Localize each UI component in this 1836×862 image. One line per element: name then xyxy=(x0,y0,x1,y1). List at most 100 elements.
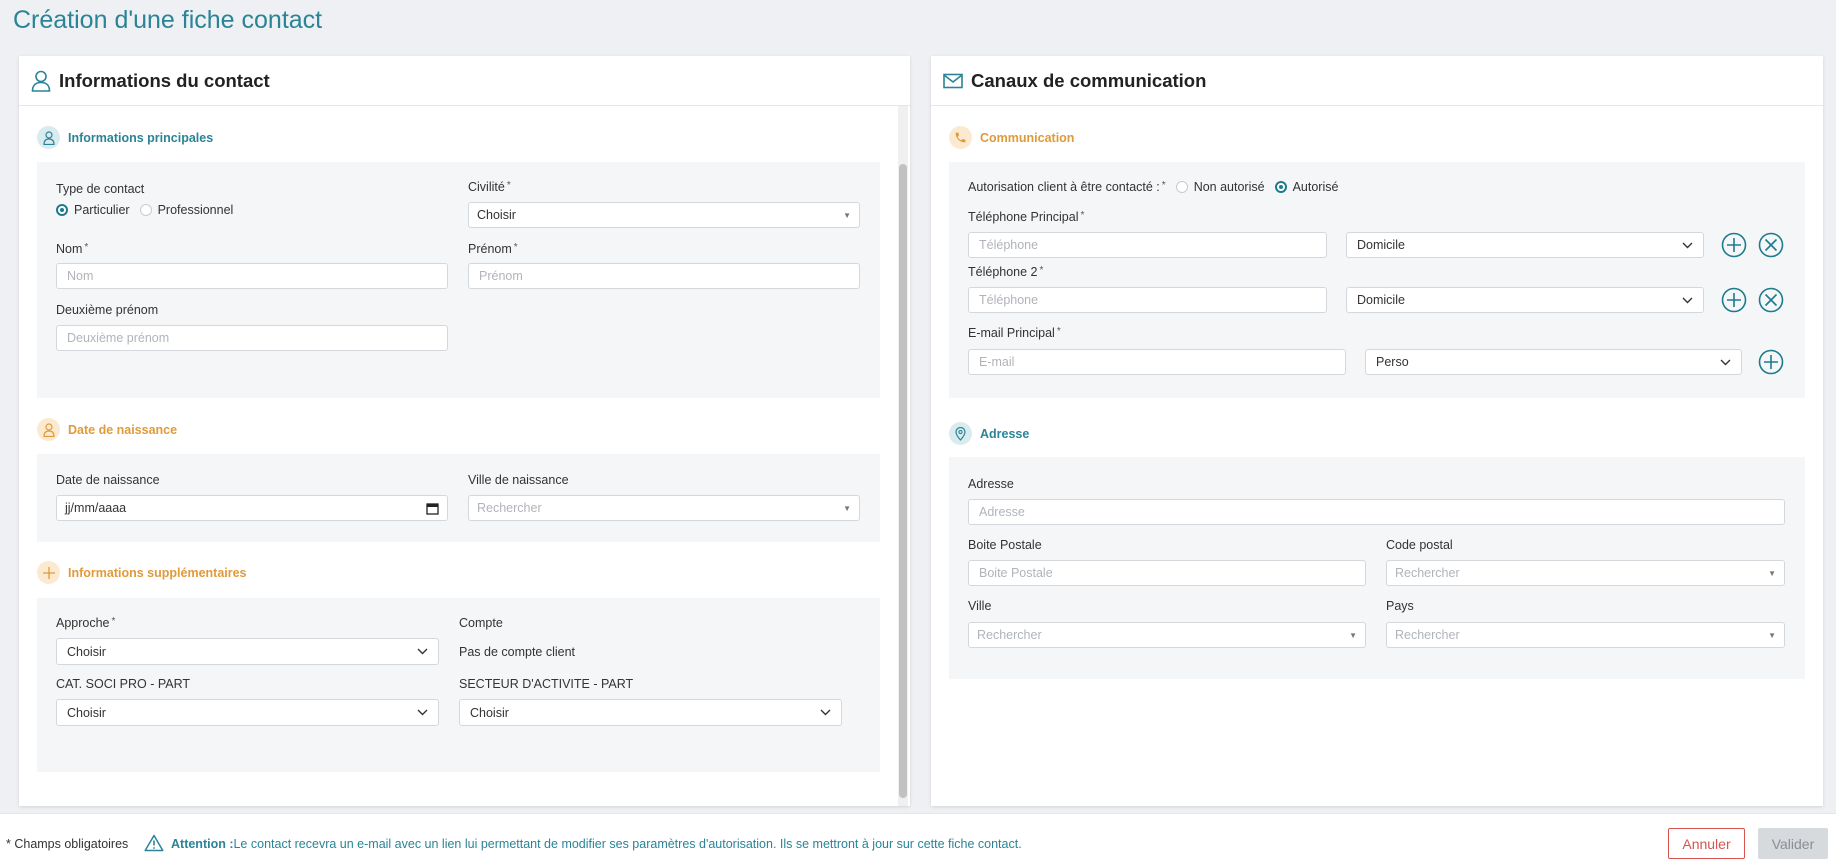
caret-down-icon: ▼ xyxy=(843,503,851,513)
prenom-input[interactable]: Prénom xyxy=(468,263,860,289)
chevron-down-icon xyxy=(1720,359,1731,365)
birth-city-placeholder: Rechercher xyxy=(477,501,542,515)
contact-card-header: Informations du contact xyxy=(19,56,910,106)
civilite-label-text: Civilité xyxy=(468,180,505,194)
prenom-label-text: Prénom xyxy=(468,242,512,256)
phone2-input[interactable]: Téléphone xyxy=(968,287,1327,313)
warning-icon xyxy=(144,834,164,852)
radio-label: Particulier xyxy=(74,203,130,217)
city-label: Ville xyxy=(968,599,992,613)
po-box-input[interactable]: Boite Postale xyxy=(968,560,1366,586)
phone-icon xyxy=(949,126,972,149)
secteur-value: Choisir xyxy=(470,705,509,720)
envelope-icon xyxy=(943,73,963,88)
communication-section-title: Communication xyxy=(949,126,1074,149)
birth-date-input[interactable]: jj/mm/aaaa xyxy=(56,495,448,521)
add-phone-button[interactable] xyxy=(1721,232,1747,258)
phone2-label: Téléphone 2 * xyxy=(968,265,1043,279)
phone2-type-value: Domicile xyxy=(1357,293,1405,307)
radio-label: Non autorisé xyxy=(1193,180,1265,194)
scrollbar[interactable] xyxy=(898,106,908,806)
section-title-text: Informations supplémentaires xyxy=(68,565,247,580)
required-asterisk: * xyxy=(111,616,116,627)
required-asterisk: * xyxy=(84,242,89,253)
radio-autorise[interactable]: Autorisé xyxy=(1274,180,1339,194)
phone1-label: Téléphone Principal * xyxy=(968,210,1084,224)
birth-city-label: Ville de naissance xyxy=(468,473,569,487)
main-info-section-title: Informations principales xyxy=(37,126,213,149)
birth-section-title: Date de naissance xyxy=(37,418,177,441)
email-type-select[interactable]: Perso xyxy=(1365,349,1742,375)
deuxieme-prenom-label: Deuxième prénom xyxy=(56,303,159,317)
nom-label: Nom * xyxy=(56,242,88,256)
csp-select[interactable]: Choisir xyxy=(56,699,439,726)
radio-professionnel[interactable]: Professionnel xyxy=(139,203,233,217)
remove-phone-button[interactable] xyxy=(1758,232,1784,258)
chevron-down-icon xyxy=(417,648,428,655)
postal-code-label: Code postal xyxy=(1386,538,1453,552)
contact-type-radio-group: Particulier Professionnel xyxy=(56,203,243,217)
radio-particulier[interactable]: Particulier xyxy=(56,203,130,217)
user-icon xyxy=(37,418,60,441)
attention-text: Le contact recevra un e-mail avec un lie… xyxy=(233,837,1022,851)
deuxieme-prenom-input[interactable]: Deuxième prénom xyxy=(56,325,448,351)
authorization-label-text: Autorisation client à être contacté : xyxy=(968,180,1160,194)
nom-input[interactable]: Nom xyxy=(56,263,448,289)
phone1-type-select[interactable]: Domicile xyxy=(1346,232,1704,258)
calendar-icon[interactable] xyxy=(426,502,439,515)
radio-non-autorise[interactable]: Non autorisé xyxy=(1175,180,1265,194)
city-select[interactable]: Rechercher ▼ xyxy=(968,622,1366,648)
extra-info-panel: Approche * Choisir Compte Pas de compte c… xyxy=(37,598,880,772)
address-section-title: Adresse xyxy=(949,422,1029,445)
postal-code-placeholder: Rechercher xyxy=(1395,566,1460,580)
user-icon xyxy=(31,70,51,92)
address-input[interactable]: Adresse xyxy=(968,499,1785,525)
required-asterisk: * xyxy=(1039,265,1044,276)
validate-button[interactable]: Valider xyxy=(1758,828,1828,859)
add-email-button[interactable] xyxy=(1758,349,1784,375)
prenom-label: Prénom * xyxy=(468,242,518,256)
phone1-input[interactable]: Téléphone xyxy=(968,232,1327,258)
email-label: E-mail Principal * xyxy=(968,326,1061,340)
attention-label: Attention : xyxy=(171,837,234,851)
nom-label-text: Nom xyxy=(56,242,83,256)
phone2-type-select[interactable]: Domicile xyxy=(1346,287,1704,313)
add-phone-button[interactable] xyxy=(1721,287,1747,313)
radio-dot xyxy=(56,204,68,216)
section-title-text: Adresse xyxy=(980,426,1030,441)
secteur-select[interactable]: Choisir xyxy=(459,699,842,726)
email-input[interactable]: E-mail xyxy=(968,349,1346,375)
postal-code-select[interactable]: Rechercher ▼ xyxy=(1386,560,1785,586)
authorization-label: Autorisation client à être contacté : * xyxy=(968,180,1166,194)
civilite-label: Civilité * xyxy=(468,180,511,194)
attention-message: Attention :Le contact recevra un e-mail … xyxy=(171,837,1022,851)
caret-down-icon: ▼ xyxy=(1768,630,1776,640)
footer-bar: * Champs obligatoires Attention :Le cont… xyxy=(0,813,1836,862)
section-title-text: Informations principales xyxy=(68,130,214,145)
country-select[interactable]: Rechercher ▼ xyxy=(1386,622,1785,648)
csp-value: Choisir xyxy=(67,705,106,720)
section-title-text: Date de naissance xyxy=(68,422,178,437)
required-note: * Champs obligatoires xyxy=(6,837,129,851)
radio-label: Autorisé xyxy=(1292,180,1339,194)
user-icon xyxy=(37,126,60,149)
required-asterisk: * xyxy=(506,180,511,191)
phone1-label-text: Téléphone Principal xyxy=(968,210,1079,224)
po-box-label: Boite Postale xyxy=(968,538,1042,552)
contact-card-title: Informations du contact xyxy=(59,69,270,91)
page-title: Création d'une fiche contact xyxy=(13,6,323,34)
scrollbar-thumb[interactable] xyxy=(899,164,907,798)
cancel-button[interactable]: Annuler xyxy=(1668,828,1745,859)
csp-label: CAT. SOCI PRO - PART xyxy=(56,677,191,691)
section-title-text: Communication xyxy=(980,130,1075,145)
radio-dot xyxy=(1175,181,1188,193)
contact-type-label: Type de contact xyxy=(56,182,145,196)
required-asterisk: * xyxy=(513,242,518,253)
approche-value: Choisir xyxy=(67,644,106,659)
civilite-select[interactable]: Choisir ▼ xyxy=(468,202,860,228)
approche-select[interactable]: Choisir xyxy=(56,638,439,665)
plus-icon xyxy=(37,561,60,584)
birth-city-select[interactable]: Rechercher ▼ xyxy=(468,495,860,521)
birth-date-label: Date de naissance xyxy=(56,473,160,487)
remove-phone-button[interactable] xyxy=(1758,287,1784,313)
